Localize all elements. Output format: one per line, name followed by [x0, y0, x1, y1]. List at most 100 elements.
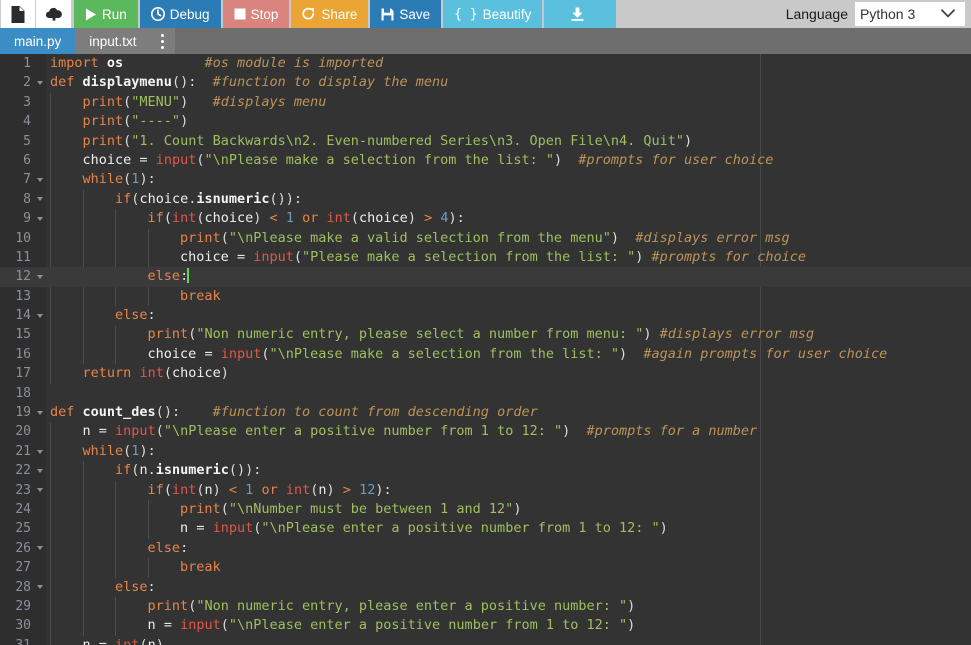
code-line[interactable]: 30 n = input("\nPlease enter a positive … [0, 616, 971, 635]
tab-input-txt-label: input.txt [89, 34, 136, 49]
tab-main-py-label: main.py [14, 34, 61, 49]
fold-triangle-icon[interactable] [35, 73, 44, 92]
code-line-text: while(1): [46, 170, 971, 189]
beautify-button[interactable]: { } Beautify [443, 0, 544, 28]
code-line[interactable]: 31 n = int(n) [0, 636, 971, 645]
beautify-button-label: Beautify [483, 7, 532, 22]
download-button[interactable] [544, 0, 618, 28]
upload-icon[interactable] [36, 0, 72, 28]
code-line[interactable]: 22 if(n.isnumeric()): [0, 461, 971, 480]
fold-triangle-icon[interactable] [35, 539, 44, 558]
line-number: 1 [0, 54, 46, 73]
save-button-label: Save [399, 7, 430, 22]
code-line[interactable]: 15 print("Non numeric entry, please sele… [0, 325, 971, 344]
play-icon [85, 8, 97, 21]
run-button[interactable]: Run [74, 0, 140, 28]
fold-triangle-icon[interactable] [35, 190, 44, 209]
code-line-text: n = input("\nPlease enter a positive num… [46, 422, 971, 441]
tab-bar: main.py input.txt [0, 28, 971, 54]
line-number: 17 [0, 364, 46, 383]
line-number: 22 [0, 461, 46, 480]
code-line[interactable]: 13 break [0, 287, 971, 306]
tab-input-txt[interactable]: input.txt [75, 28, 150, 54]
code-line[interactable]: 25 n = input("\nPlease enter a positive … [0, 519, 971, 538]
code-line[interactable]: 20 n = input("\nPlease enter a positive … [0, 422, 971, 441]
save-button[interactable]: Save [370, 0, 443, 28]
fold-triangle-icon[interactable] [35, 461, 44, 480]
code-line-text: if(int(n) < 1 or int(n) > 12): [46, 481, 971, 500]
toolbar: Run Debug Stop Share Save [0, 0, 971, 28]
code-line-text: else: [46, 306, 971, 325]
code-line[interactable]: 8 if(choice.isnumeric()): [0, 190, 971, 209]
code-line-text: print("\nPlease make a valid selection f… [46, 229, 971, 248]
more-vertical-icon[interactable] [151, 28, 177, 54]
more-vertical-icon-glyph [161, 32, 164, 50]
run-button-label: Run [102, 7, 127, 22]
code-line[interactable]: 9 if(int(choice) < 1 or int(choice) > 4)… [0, 209, 971, 228]
fold-triangle-icon[interactable] [35, 267, 44, 286]
line-number: 6 [0, 151, 46, 170]
code-line[interactable]: 6 choice = input("\nPlease make a select… [0, 151, 971, 170]
stop-icon [234, 8, 246, 20]
code-line[interactable]: 24 print("\nNumber must be between 1 and… [0, 500, 971, 519]
fold-triangle-icon[interactable] [35, 481, 44, 500]
tab-main-py[interactable]: main.py [0, 28, 75, 54]
code-line[interactable]: 1import os #os module is imported [0, 54, 971, 73]
fold-triangle-icon[interactable] [35, 306, 44, 325]
code-line[interactable]: 2def displaymenu(): #function to display… [0, 73, 971, 92]
code-line-text: break [46, 287, 971, 306]
code-line[interactable]: 23 if(int(n) < 1 or int(n) > 12): [0, 481, 971, 500]
line-number: 25 [0, 519, 46, 538]
stop-button-label: Stop [251, 7, 279, 22]
code-line[interactable]: 17 return int(choice) [0, 364, 971, 383]
stop-button[interactable]: Stop [223, 0, 292, 28]
fold-triangle-icon[interactable] [35, 209, 44, 228]
fold-triangle-icon[interactable] [35, 442, 44, 461]
line-number: 19 [0, 403, 46, 422]
line-number: 10 [0, 229, 46, 248]
code-line[interactable]: 14 else: [0, 306, 971, 325]
language-select[interactable]: Python 3Python 2CC++JavaJavaScript [855, 2, 965, 26]
code-editor[interactable]: 1import os #os module is imported2def di… [0, 54, 971, 645]
code-line-text: choice = input("\nPlease make a selectio… [46, 151, 971, 170]
code-line-text: print("\nNumber must be between 1 and 12… [46, 500, 971, 519]
new-file-icon[interactable] [0, 0, 36, 28]
code-line-text: while(1): [46, 442, 971, 461]
fold-triangle-icon[interactable] [35, 170, 44, 189]
code-line[interactable]: 28 else: [0, 578, 971, 597]
code-line[interactable]: 19def count_des(): #function to count fr… [0, 403, 971, 422]
code-line-text: print("Non numeric entry, please enter a… [46, 597, 971, 616]
upload-icon-glyph [45, 6, 63, 22]
fold-triangle-icon[interactable] [35, 403, 44, 422]
code-line[interactable]: 26 else: [0, 539, 971, 558]
floppy-icon [381, 8, 394, 21]
language-selector: Language Python 3Python 2CC++JavaJavaScr… [786, 0, 965, 28]
code-line[interactable]: 10 print("\nPlease make a valid selectio… [0, 229, 971, 248]
code-line[interactable]: 4 print("----") [0, 112, 971, 131]
debug-button[interactable]: Debug [140, 0, 223, 28]
code-line[interactable]: 27 break [0, 558, 971, 577]
line-number: 11 [0, 248, 46, 267]
code-line[interactable]: 16 choice = input("\nPlease make a selec… [0, 345, 971, 364]
code-line-text: return int(choice) [46, 364, 971, 383]
code-line[interactable]: 21 while(1): [0, 442, 971, 461]
fold-triangle-icon[interactable] [35, 578, 44, 597]
code-line-text: else: [46, 267, 971, 286]
code-line[interactable]: 7 while(1): [0, 170, 971, 189]
code-line[interactable]: 29 print("Non numeric entry, please ente… [0, 597, 971, 616]
code-line[interactable]: 12 else: [0, 267, 971, 286]
line-number: 7 [0, 170, 46, 189]
line-number: 30 [0, 616, 46, 635]
code-line[interactable]: 11 choice = input("Please make a selecti… [0, 248, 971, 267]
line-number: 31 [0, 636, 46, 645]
line-number: 28 [0, 578, 46, 597]
code-line-text: print("Non numeric entry, please select … [46, 325, 971, 344]
code-line-text: def displaymenu(): #function to display … [46, 73, 971, 92]
code-line-text: import os #os module is imported [46, 54, 971, 73]
code-line[interactable]: 18 [0, 384, 971, 403]
code-line[interactable]: 3 print("MENU") #displays menu [0, 93, 971, 112]
code-line[interactable]: 5 print("1. Count Backwards\n2. Even-num… [0, 132, 971, 151]
share-button[interactable]: Share [291, 0, 370, 28]
code-line-text: if(n.isnumeric()): [46, 461, 971, 480]
code-line-text: n = int(n) [46, 636, 971, 645]
